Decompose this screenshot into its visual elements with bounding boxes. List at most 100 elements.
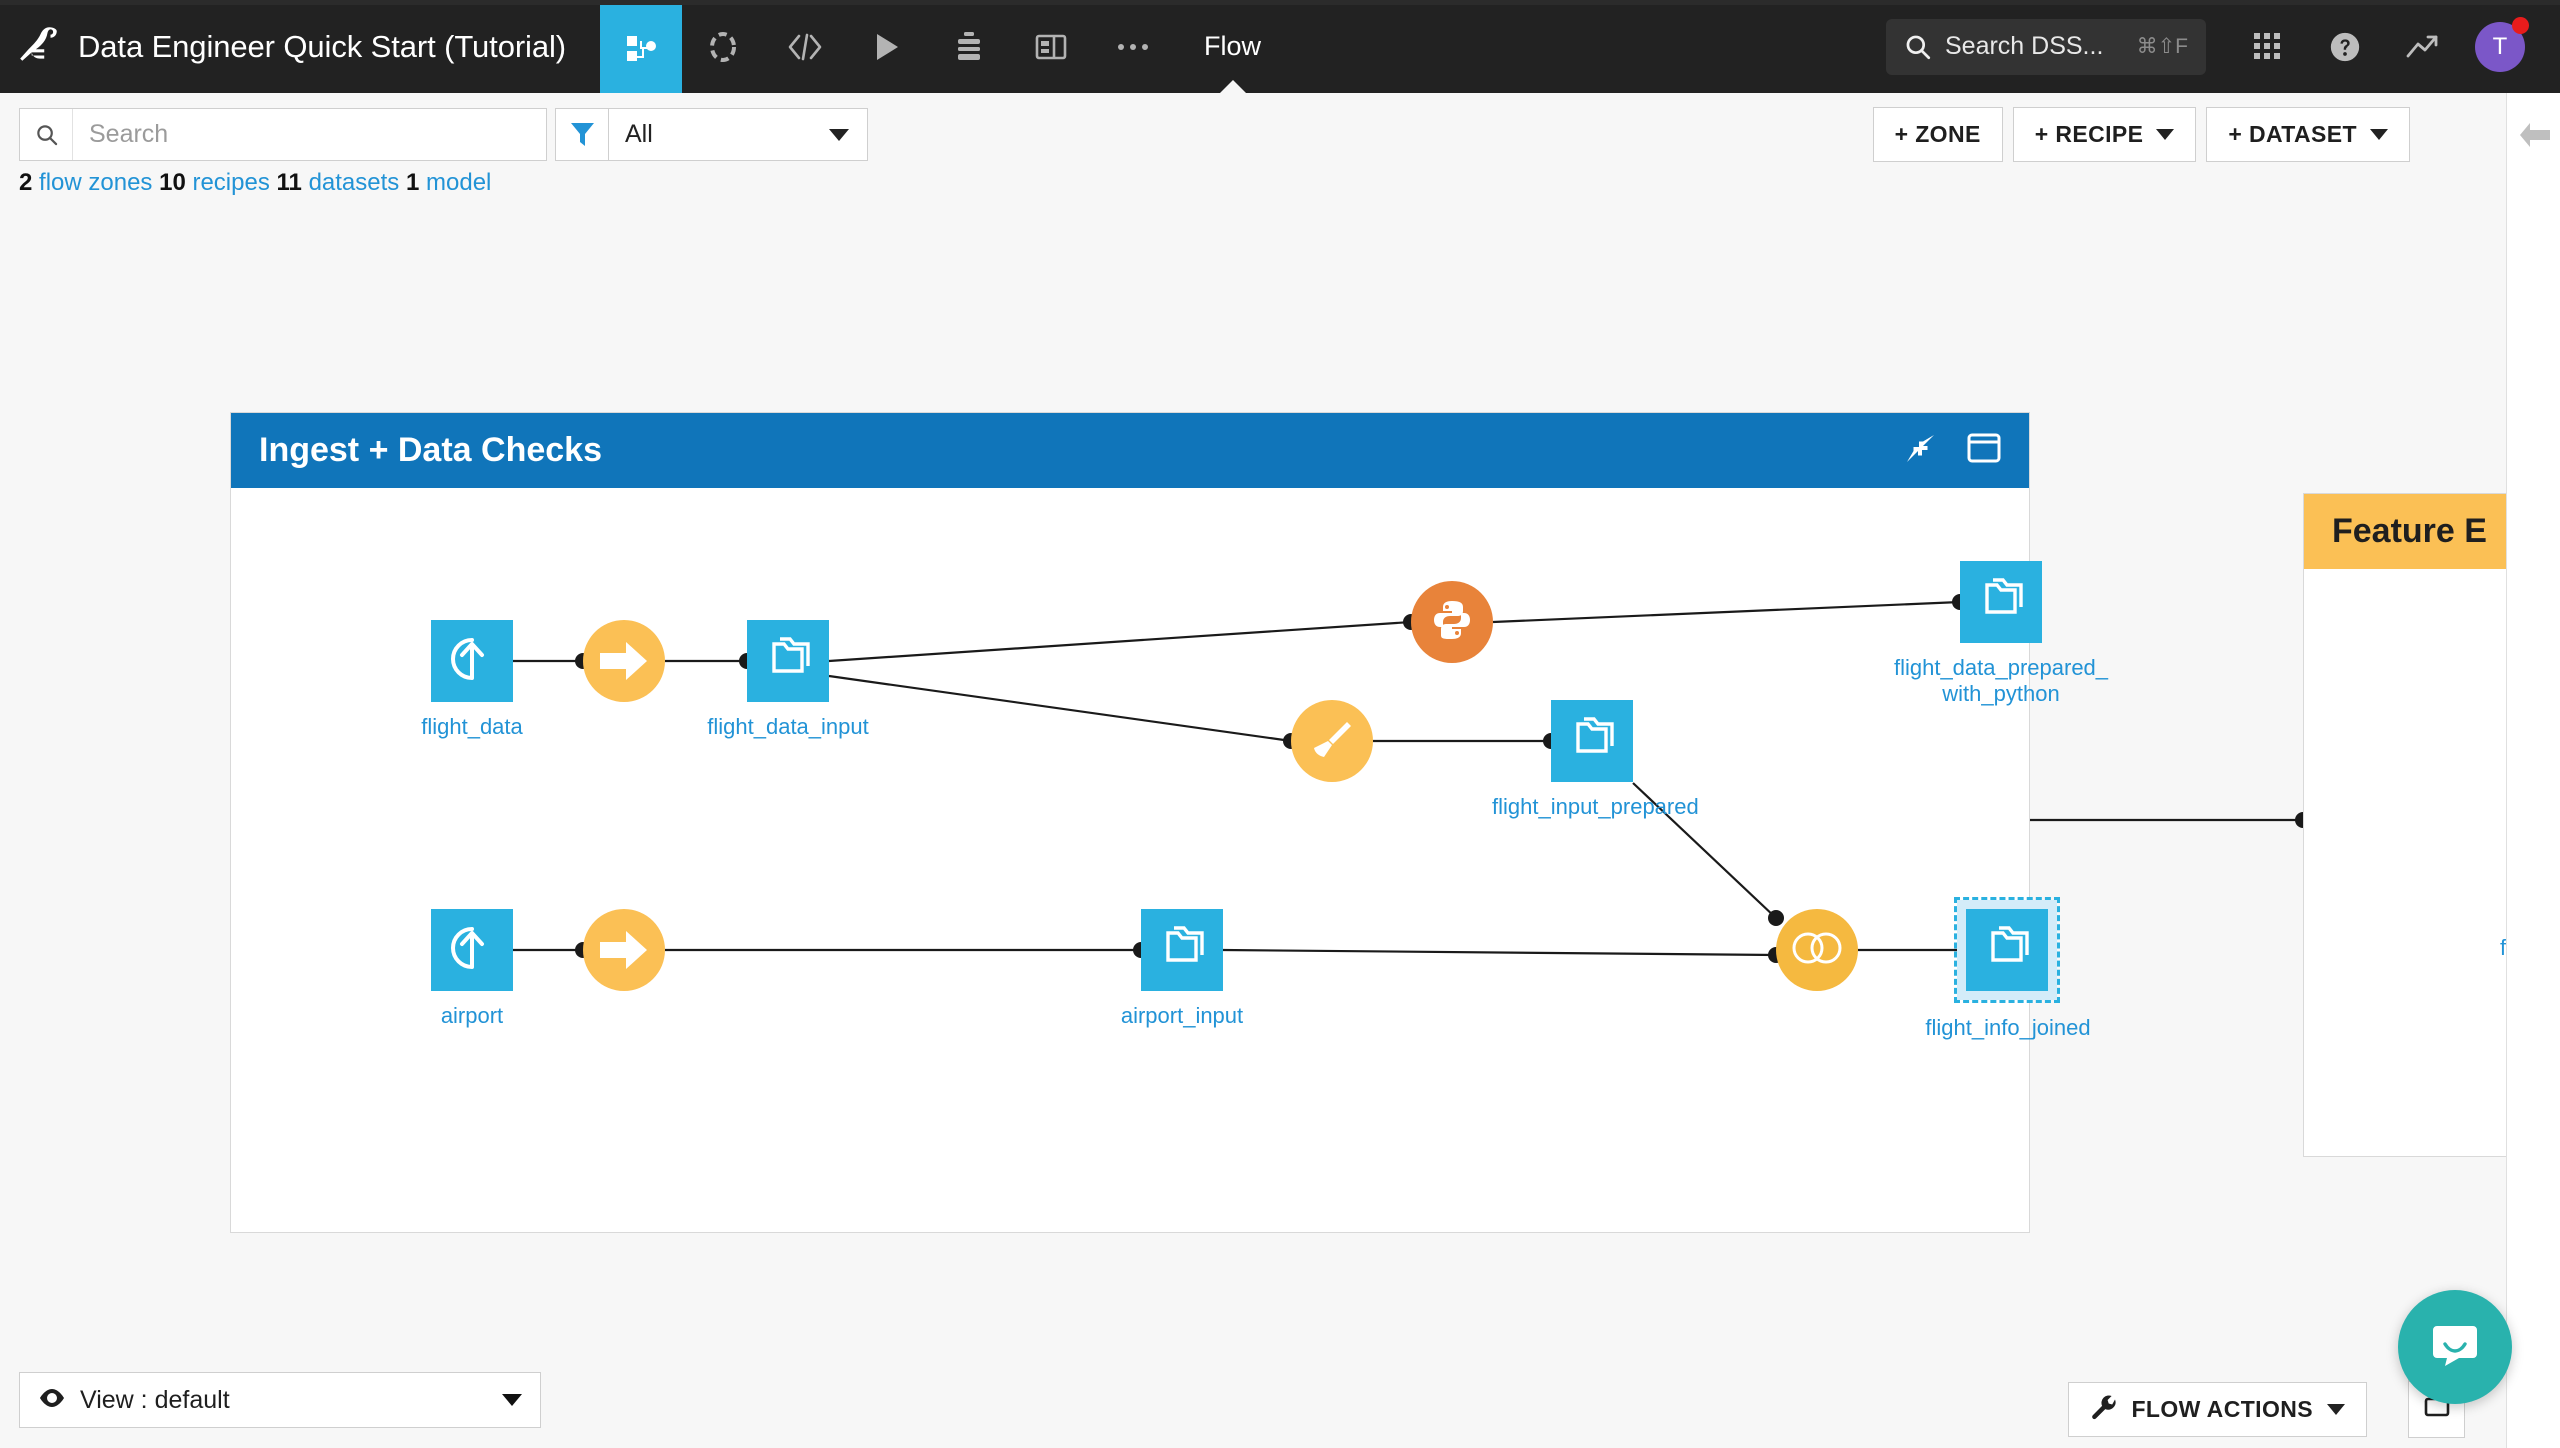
filter-select[interactable]: All xyxy=(608,108,868,161)
nav-flow-icon[interactable] xyxy=(600,0,682,93)
flow-zone-feature-engineering[interactable]: Feature E flight xyxy=(2303,493,2506,1157)
dataset-label-flight-data-input[interactable]: flight_data_input xyxy=(687,714,889,740)
wrench-icon xyxy=(2090,1393,2117,1426)
dataset-label-flight-info-joined[interactable]: flight_info_joined xyxy=(1907,1015,2109,1041)
flow-bottom-bar: View : default FLOW ACTIONS xyxy=(0,1324,2506,1448)
search-input[interactable] xyxy=(73,109,546,160)
project-title[interactable]: Data Engineer Quick Start (Tutorial) xyxy=(78,29,600,65)
folder-dataset-icon xyxy=(762,636,814,687)
dataiku-bird-logo-icon xyxy=(18,21,60,72)
add-dataset-button[interactable]: + DATASET xyxy=(2206,107,2410,162)
zones-link[interactable]: flow zones xyxy=(39,169,152,196)
zone-title: Ingest + Data Checks xyxy=(259,431,602,469)
zone-window-icon[interactable] xyxy=(1967,433,2001,468)
chevron-down-icon xyxy=(502,1394,522,1406)
folder-dataset-icon xyxy=(1975,577,2027,628)
nav-run-icon[interactable] xyxy=(846,0,928,93)
global-search-text: Search DSS... xyxy=(1945,32,2104,60)
dataset-label-airport-input[interactable]: airport_input xyxy=(1081,1003,1283,1029)
broom-prepare-icon xyxy=(1308,715,1356,768)
dataset-node-flight-info-joined[interactable] xyxy=(1954,897,2060,1003)
zone1-edges xyxy=(513,594,1974,963)
primary-nav-icons xyxy=(600,0,1174,93)
models-count: 1 xyxy=(405,169,420,196)
flow-stats-line: 2 flow zones 10 recipes 11 datasets 1 mo… xyxy=(19,169,491,197)
python-icon xyxy=(1429,597,1475,648)
add-recipe-label: + RECIPE xyxy=(2034,121,2144,147)
chevron-down-icon xyxy=(829,128,849,141)
active-section-label: Flow xyxy=(1204,31,1262,61)
recipe-node-sync-flight[interactable] xyxy=(583,620,665,702)
nav-more-icon[interactable] xyxy=(1092,0,1174,93)
recipes-link[interactable]: recipes xyxy=(192,169,269,196)
add-dataset-label: + DATASET xyxy=(2228,121,2357,147)
zones-count: 2 xyxy=(19,169,33,196)
dataset-node-airport-input[interactable] xyxy=(1141,909,1223,991)
search-icon xyxy=(1904,33,1931,60)
apps-grid-icon[interactable] xyxy=(2228,0,2306,93)
filter-funnel-icon[interactable] xyxy=(555,108,608,161)
zone-body: flight xyxy=(2304,569,2506,1156)
view-select[interactable]: View : default xyxy=(19,1372,541,1428)
flow-canvas[interactable]: Ingest + Data Checks flight_data flight_… xyxy=(0,205,2506,1362)
help-question-icon[interactable] xyxy=(2306,0,2384,93)
dataiku-logo-button[interactable] xyxy=(0,0,78,93)
datasets-count: 11 xyxy=(276,169,302,196)
dataset-label-flight-data-prepared-with-python[interactable]: flight_data_prepared_ with_python xyxy=(1851,655,2151,707)
folder-dataset-icon xyxy=(1156,925,1208,976)
toolbar-action-buttons: + ZONE + RECIPE + DATASET xyxy=(1872,107,2410,162)
view-select-label: View : default xyxy=(80,1385,230,1414)
folder-dataset-icon xyxy=(1566,716,1618,767)
dataset-label-airport[interactable]: airport xyxy=(371,1003,573,1029)
user-avatar-button[interactable]: T xyxy=(2462,0,2538,93)
chevron-down-icon xyxy=(2327,1404,2345,1415)
chevron-down-icon xyxy=(2370,129,2388,140)
nav-dashboard-icon[interactable] xyxy=(1010,0,1092,93)
dataset-label-flight-input-prepared[interactable]: flight_input_prepared xyxy=(1492,794,1699,820)
filter-select-value: All xyxy=(625,120,653,148)
dataset-node-flight-input-prepared[interactable] xyxy=(1551,700,1633,782)
recipes-count: 10 xyxy=(159,169,186,196)
right-panel-strip xyxy=(2506,93,2560,1448)
models-link[interactable]: model xyxy=(426,169,491,196)
arrow-left-icon[interactable] xyxy=(2516,120,2552,1448)
recipe-node-python[interactable] xyxy=(1411,581,1493,663)
dataset-label-flight-data[interactable]: flight_data xyxy=(371,714,573,740)
dataset-node-airport[interactable] xyxy=(431,909,513,991)
flow-actions-button[interactable]: FLOW ACTIONS xyxy=(2068,1382,2367,1437)
add-recipe-button[interactable]: + RECIPE xyxy=(2012,107,2197,162)
chevron-down-icon xyxy=(2156,129,2175,140)
intercom-chat-icon xyxy=(2427,1317,2483,1378)
dataset-node-flight-data-prepared-with-python[interactable] xyxy=(1960,561,2042,643)
zone-header[interactable]: Ingest + Data Checks xyxy=(231,413,2029,488)
global-search-button[interactable]: Search DSS... ⌘⇧F xyxy=(1886,18,2206,75)
flow-zone-ingest-data-checks[interactable]: Ingest + Data Checks flight_data flight_… xyxy=(230,412,2108,1233)
zone-header-tools xyxy=(1904,432,2001,470)
flow-search-field[interactable] xyxy=(19,108,547,161)
add-zone-button[interactable]: + ZONE xyxy=(1872,107,2003,162)
active-section-caret-icon xyxy=(1219,80,1246,93)
label-line-2: with_python xyxy=(1942,680,2060,706)
recipe-node-sync-airport[interactable] xyxy=(583,909,665,991)
nav-datasets-icon[interactable] xyxy=(682,0,764,93)
dataset-node-flight-data[interactable] xyxy=(431,620,513,702)
upload-dataset-icon xyxy=(446,633,498,690)
zone-header[interactable]: Feature E xyxy=(2304,494,2506,569)
dataset-label-zone2[interactable]: flight xyxy=(2500,935,2506,961)
nav-jobs-icon[interactable] xyxy=(928,0,1010,93)
datasets-link[interactable]: datasets xyxy=(309,169,400,196)
recipe-node-join[interactable] xyxy=(1776,909,1858,991)
search-icon xyxy=(20,109,73,160)
dataset-node-flight-data-input[interactable] xyxy=(747,620,829,702)
top-navigation-bar: Data Engineer Quick Start (Tutorial) Flo… xyxy=(0,0,2560,93)
nav-code-icon[interactable] xyxy=(764,0,846,93)
recipe-node-prepare[interactable] xyxy=(1291,700,1373,782)
folder-dataset-icon xyxy=(1981,925,2033,976)
flow-filter-group: All xyxy=(555,108,868,161)
trend-arrow-icon[interactable] xyxy=(2384,0,2462,93)
flow-toolbar: All 2 flow zones 10 recipes 11 datasets … xyxy=(0,93,2506,205)
collapse-arrows-icon[interactable] xyxy=(1904,432,1937,470)
upload-dataset-icon xyxy=(446,922,498,979)
zone-title: Feature E xyxy=(2332,512,2487,550)
intercom-chat-button[interactable] xyxy=(2398,1290,2512,1404)
